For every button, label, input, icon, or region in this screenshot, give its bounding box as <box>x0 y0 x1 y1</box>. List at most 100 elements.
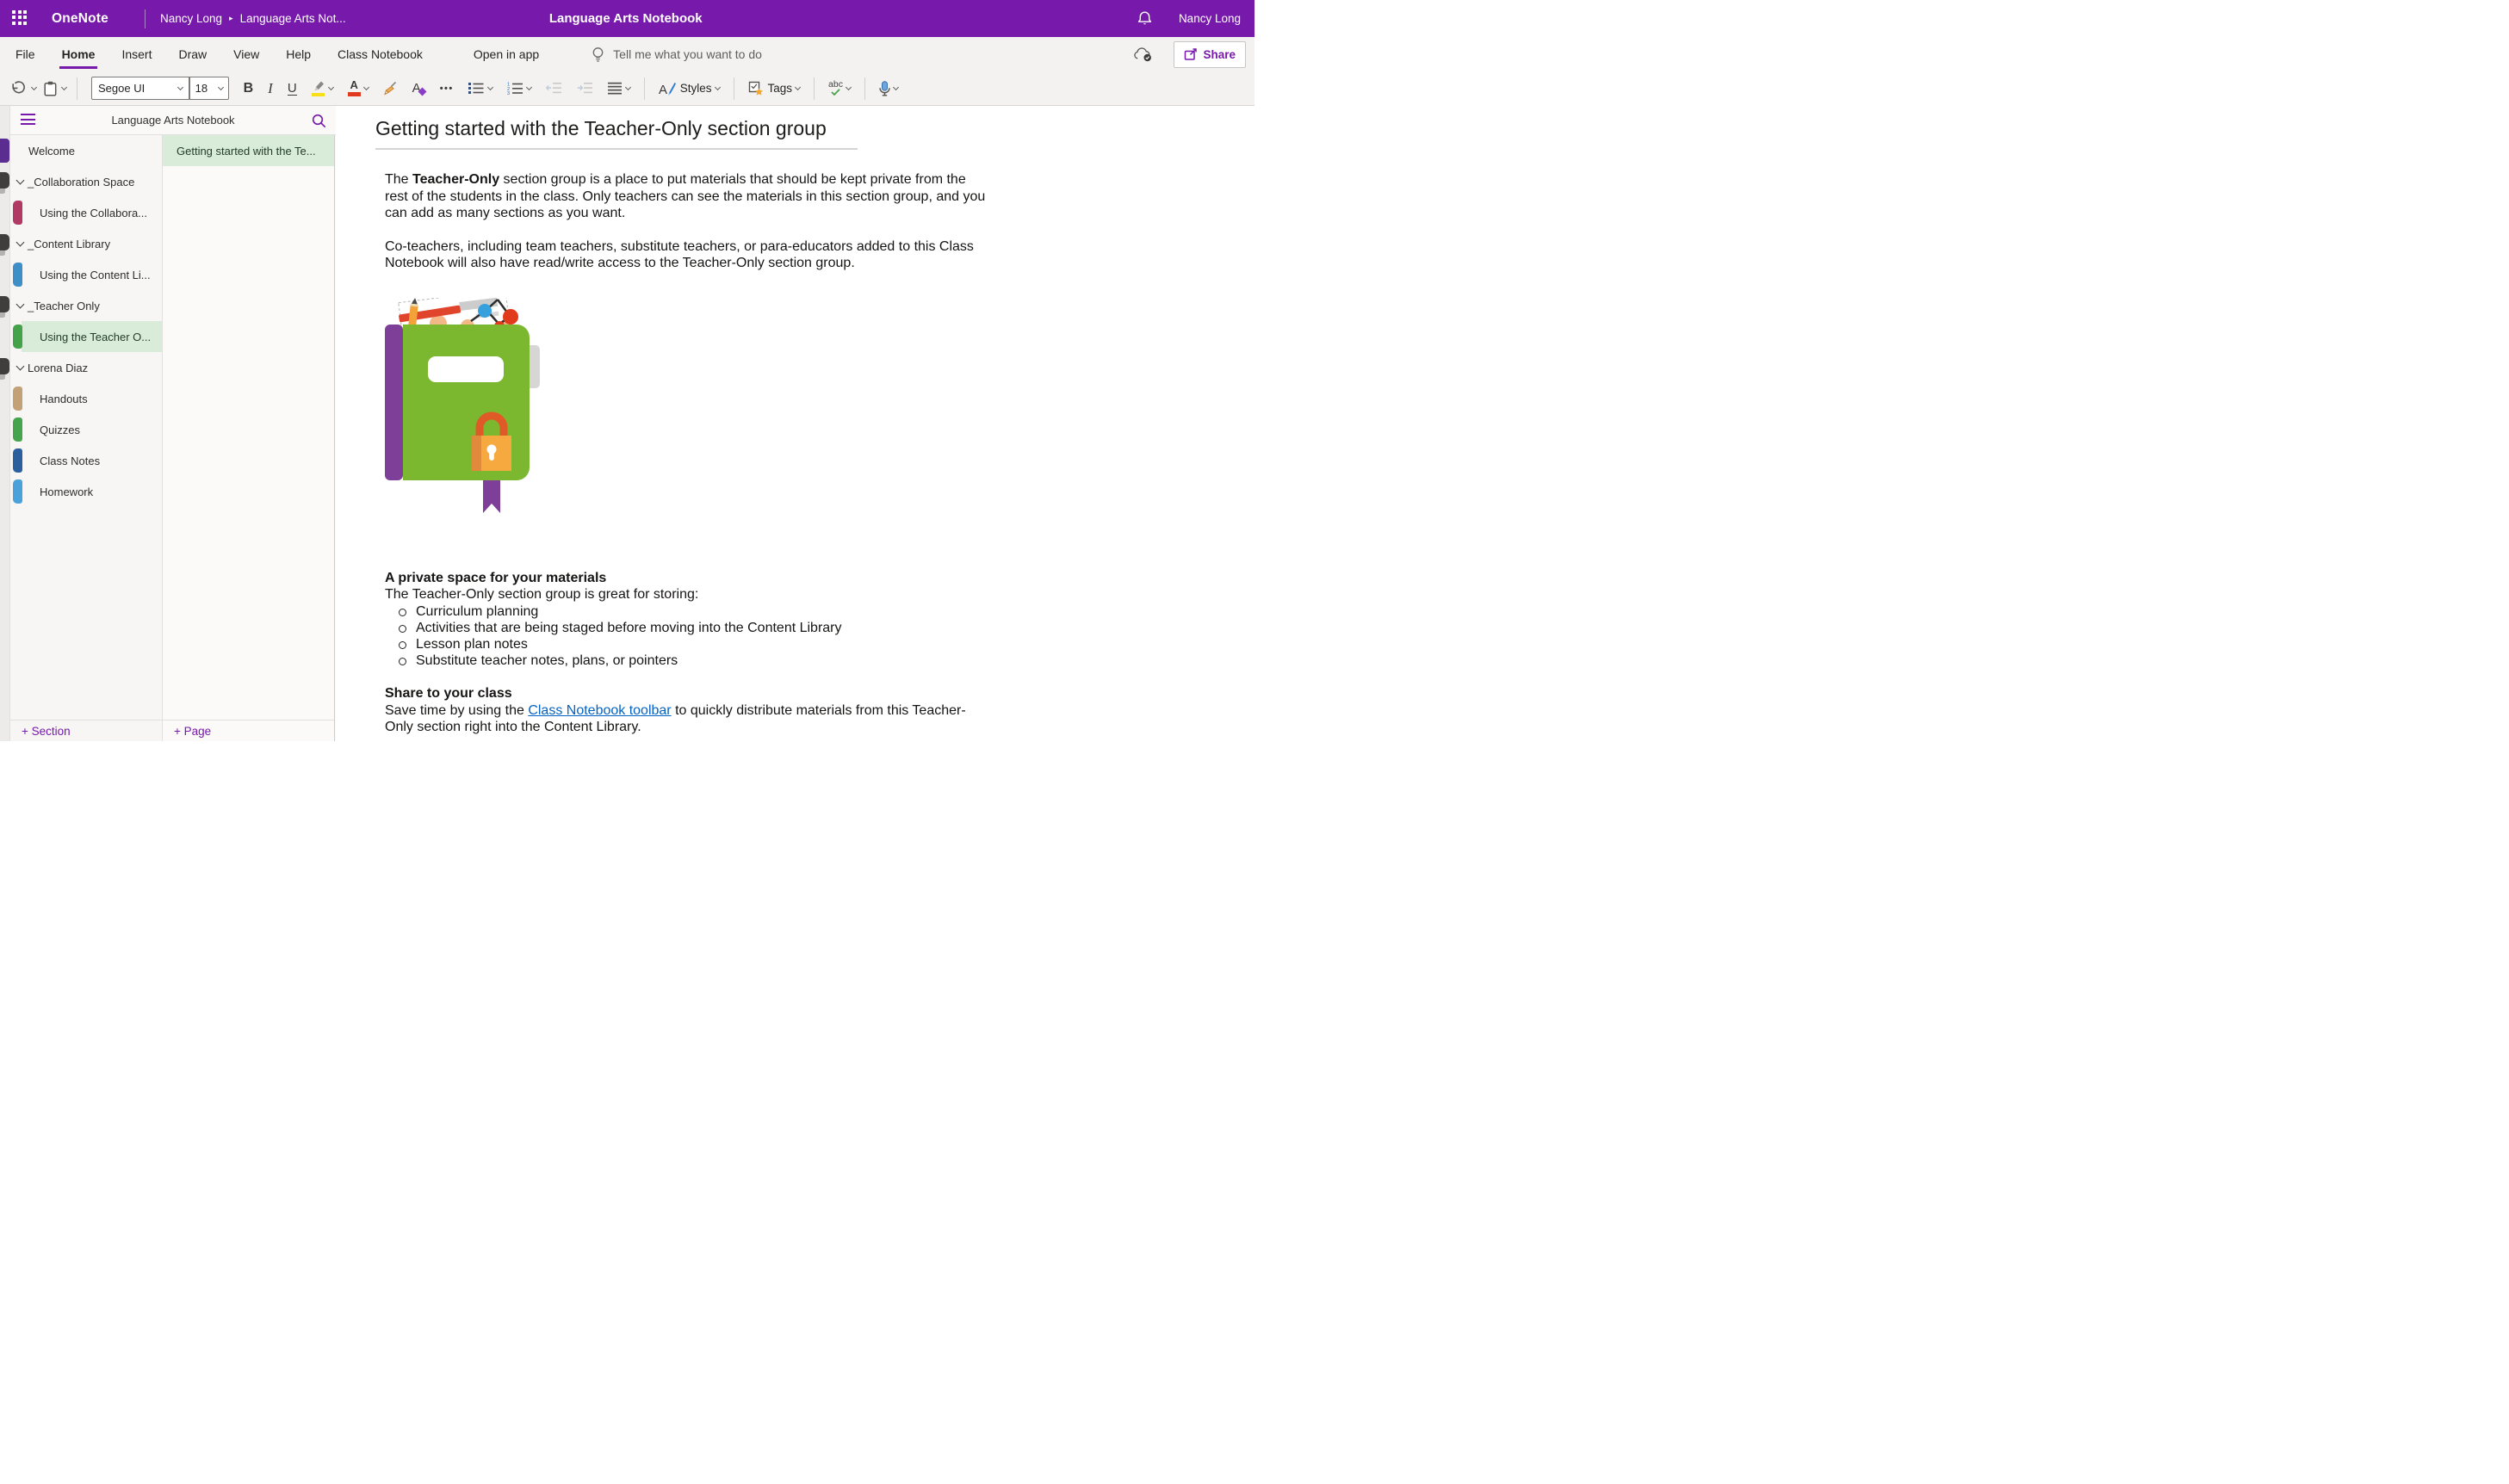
section-color-tab <box>13 263 22 287</box>
font-color-button[interactable]: A <box>344 77 372 99</box>
page-canvas[interactable]: Getting started with the Teacher-Only se… <box>336 106 1254 741</box>
list-item: Curriculum planning <box>385 603 988 620</box>
chevron-down-icon <box>177 84 183 90</box>
sidebar-item-using-teacher-only[interactable]: Using the Teacher O... <box>10 321 162 352</box>
styles-button[interactable]: A Styles <box>655 78 723 99</box>
class-notebook-toolbar-link[interactable]: Class Notebook toolbar <box>528 703 671 718</box>
dictate-button[interactable] <box>876 78 901 99</box>
list-item: Lesson plan notes <box>385 636 988 652</box>
clear-formatting-button[interactable]: A <box>409 78 429 98</box>
window-title: Language Arts Notebook <box>549 11 703 26</box>
chevron-down-icon <box>218 84 224 90</box>
font-size-select[interactable]: 18 <box>190 82 228 95</box>
app-name[interactable]: OneNote <box>52 11 108 27</box>
sidebar-item-quizzes[interactable]: Quizzes <box>10 414 162 445</box>
welcome-section-rail-tab[interactable] <box>0 139 9 163</box>
tag-checkbox-star-icon <box>748 81 764 96</box>
tags-button[interactable]: Tags <box>745 78 804 99</box>
clipboard-icon <box>44 81 57 96</box>
breadcrumb-user[interactable]: Nancy Long <box>160 12 222 25</box>
highlight-button[interactable] <box>308 77 337 100</box>
tell-me-search[interactable]: Tell me what you want to do <box>592 46 762 63</box>
menu-draw[interactable]: Draw <box>178 37 207 71</box>
breadcrumb-notebook[interactable]: Language Arts Not... <box>240 12 346 25</box>
italic-button[interactable]: I <box>264 77 276 100</box>
menu-help[interactable]: Help <box>286 37 311 71</box>
hamburger-menu-icon[interactable] <box>21 114 35 128</box>
chevron-down-icon <box>61 84 67 90</box>
format-painter-button[interactable] <box>380 78 401 98</box>
page-title[interactable]: Getting started with the Teacher-Only se… <box>375 117 858 150</box>
sidebar-group-lorena-diaz[interactable]: Lorena Diaz <box>10 352 162 383</box>
pages-pane: Getting started with the Te... + Page <box>163 135 335 741</box>
ribbon-divider <box>814 77 815 100</box>
chevron-down-icon <box>16 238 25 247</box>
section-color-tab <box>13 479 22 504</box>
sidebar-group-content-library[interactable]: _Content Library <box>10 228 162 259</box>
menu-file[interactable]: File <box>15 37 35 71</box>
share-button[interactable]: Share <box>1174 41 1246 68</box>
paragraph-1: The Teacher-Only section group is a plac… <box>385 171 988 222</box>
menu-insert[interactable]: Insert <box>121 37 152 71</box>
paragraph-3: Save time by using the Class Notebook to… <box>385 702 988 736</box>
indent-icon <box>577 82 593 95</box>
paste-button[interactable] <box>44 81 66 96</box>
chevron-down-icon <box>714 84 720 90</box>
heading-private-space: A private space for your materials <box>385 570 988 587</box>
add-section-button[interactable]: + Section <box>10 720 162 741</box>
chevron-down-icon <box>16 176 25 185</box>
microphone-icon <box>879 81 890 96</box>
add-page-button[interactable]: + Page <box>163 720 334 741</box>
chevron-down-icon <box>846 84 852 90</box>
spell-check-button[interactable]: abc <box>825 78 854 98</box>
section-color-tab <box>13 386 22 411</box>
underline-button[interactable]: U <box>284 79 300 98</box>
breadcrumb: Nancy Long ▸ Language Arts Not... <box>160 12 346 25</box>
bullets-button[interactable] <box>465 79 496 97</box>
undo-button[interactable] <box>10 81 36 96</box>
more-font-options-button[interactable]: ••• <box>437 81 457 96</box>
sidebar-group-collaboration-space[interactable]: _Collaboration Space <box>10 166 162 197</box>
font-name-select[interactable]: Segoe UI <box>92 82 189 95</box>
menu-bar: File Home Insert Draw View Help Class No… <box>0 37 1254 71</box>
app-title-bar: OneNote Nancy Long ▸ Language Arts Not..… <box>0 0 1254 37</box>
sidebar-item-handouts[interactable]: Handouts <box>10 383 162 414</box>
share-icon <box>1184 47 1198 61</box>
section-color-tab <box>13 448 22 473</box>
main-area: Language Arts Notebook Welcome _Collabor… <box>0 106 1254 741</box>
chevron-down-icon <box>328 84 334 90</box>
menu-home[interactable]: Home <box>62 37 96 71</box>
svg-text:3: 3 <box>507 91 510 95</box>
search-icon[interactable] <box>312 114 326 133</box>
indent-button[interactable] <box>573 79 597 97</box>
ribbon-divider <box>644 77 645 100</box>
notifications-bell-icon[interactable] <box>1137 10 1153 27</box>
notebook-spine <box>385 325 403 480</box>
open-in-app-button[interactable]: Open in app <box>474 37 539 71</box>
sync-status-cloud-icon[interactable] <box>1132 47 1153 62</box>
chevron-down-icon <box>795 84 801 90</box>
navigation-panes: Language Arts Notebook Welcome _Collabor… <box>10 106 336 741</box>
numbering-button[interactable]: 123 <box>504 79 535 97</box>
menu-class-notebook[interactable]: Class Notebook <box>338 37 423 71</box>
menu-view[interactable]: View <box>233 37 259 71</box>
chevron-down-icon <box>16 362 25 371</box>
outdent-button[interactable] <box>542 79 566 97</box>
page-item-getting-started[interactable]: Getting started with the Te... <box>163 135 334 166</box>
paragraph-2: Co-teachers, including team teachers, su… <box>385 238 988 272</box>
app-launcher-waffle-icon[interactable] <box>12 10 29 28</box>
chevron-down-icon <box>16 300 25 309</box>
sidebar-item-using-content-library[interactable]: Using the Content Li... <box>10 259 162 290</box>
sidebar-item-using-collaboration-space[interactable]: Using the Collabora... <box>10 197 162 228</box>
alignment-button[interactable] <box>604 79 634 97</box>
account-user-name[interactable]: Nancy Long <box>1179 12 1241 25</box>
sidebar-item-class-notes[interactable]: Class Notes <box>10 445 162 476</box>
ribbon-divider <box>864 77 865 100</box>
sidebar-group-teacher-only[interactable]: _Teacher Only <box>10 290 162 321</box>
font-controls: Segoe UI 18 <box>91 77 229 100</box>
chevron-down-icon <box>526 84 532 90</box>
sidebar-item-homework[interactable]: Homework <box>10 476 162 507</box>
chevron-down-icon <box>31 84 37 90</box>
sidebar-item-welcome[interactable]: Welcome <box>10 135 162 166</box>
bold-button[interactable]: B <box>240 78 257 99</box>
